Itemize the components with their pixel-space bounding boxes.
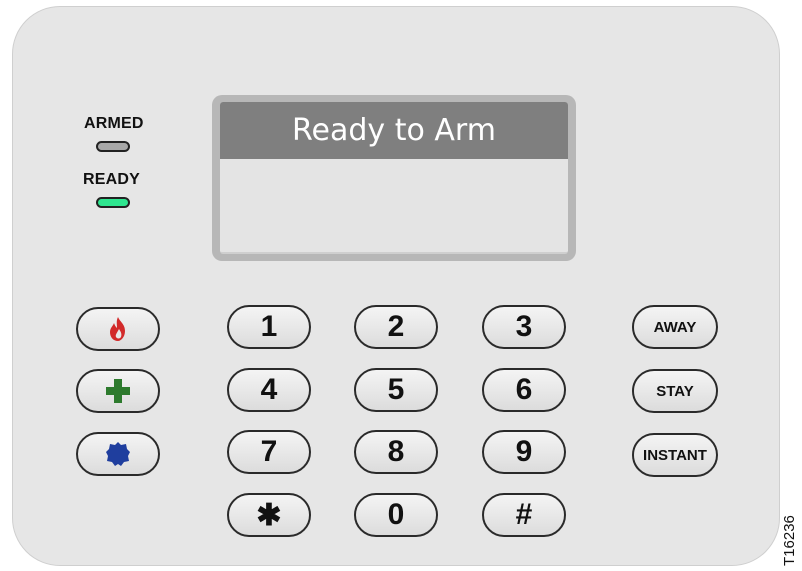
display-status-line: Ready to Arm bbox=[220, 102, 568, 159]
display-second-line bbox=[220, 159, 568, 252]
armed-indicator-led bbox=[96, 141, 130, 152]
key-7[interactable]: 7 bbox=[227, 430, 311, 474]
police-shield-icon bbox=[105, 441, 131, 467]
key-6[interactable]: 6 bbox=[482, 368, 566, 412]
key-3[interactable]: 3 bbox=[482, 305, 566, 349]
armed-label: ARMED bbox=[84, 115, 144, 132]
instant-button[interactable]: INSTANT bbox=[632, 433, 718, 477]
key-1[interactable]: 1 bbox=[227, 305, 311, 349]
key-8[interactable]: 8 bbox=[354, 430, 438, 474]
away-button[interactable]: AWAY bbox=[632, 305, 718, 349]
fire-alarm-button[interactable] bbox=[76, 307, 160, 351]
key-9[interactable]: 9 bbox=[482, 430, 566, 474]
key-hash[interactable]: # bbox=[482, 493, 566, 537]
lcd-screen: Ready to Arm bbox=[220, 102, 568, 254]
key-0[interactable]: 0 bbox=[354, 493, 438, 537]
ready-label: READY bbox=[83, 171, 141, 188]
keypad-panel: ARMED READY Ready to Arm 1 2 3 4 5 6 7 8… bbox=[12, 6, 780, 566]
medical-alarm-button[interactable] bbox=[76, 369, 160, 413]
figure-code: T16236 bbox=[781, 515, 798, 566]
key-star[interactable]: ✱ bbox=[227, 493, 311, 537]
key-4[interactable]: 4 bbox=[227, 368, 311, 412]
stay-button[interactable]: STAY bbox=[632, 369, 718, 413]
medical-cross-icon bbox=[106, 379, 130, 403]
police-alarm-button[interactable] bbox=[76, 432, 160, 476]
key-5[interactable]: 5 bbox=[354, 368, 438, 412]
fire-icon bbox=[107, 316, 129, 342]
lcd-display: Ready to Arm bbox=[212, 95, 576, 261]
key-2[interactable]: 2 bbox=[354, 305, 438, 349]
ready-indicator-led bbox=[96, 197, 130, 208]
